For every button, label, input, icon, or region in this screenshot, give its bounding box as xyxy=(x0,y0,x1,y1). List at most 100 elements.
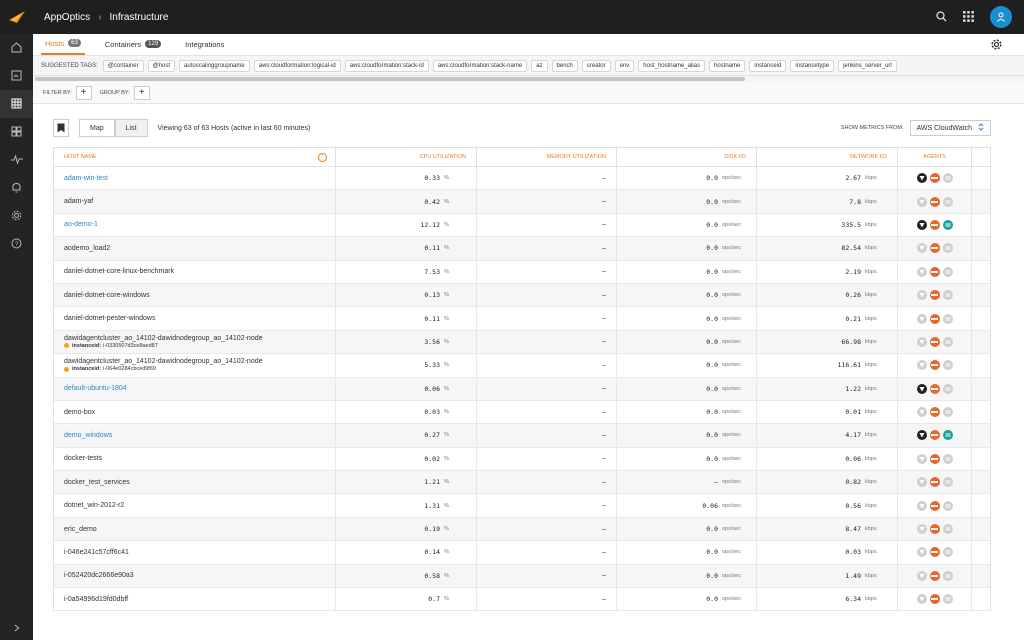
linux-agent-icon[interactable] xyxy=(916,477,927,488)
tag-chip[interactable]: aws:cloudformation:stack-id xyxy=(344,59,429,72)
table-row[interactable]: daniel-dotnet-core-linux-benchmark 7.53% –… xyxy=(53,260,991,284)
nav-alerts[interactable] xyxy=(0,174,33,202)
swisnap-agent-icon[interactable] xyxy=(942,266,953,277)
linux-agent-icon[interactable] xyxy=(916,243,927,254)
nav-dashboards[interactable] xyxy=(0,62,33,90)
col-disk[interactable]: DISK I/O xyxy=(617,148,757,166)
swisnap-agent-icon[interactable] xyxy=(942,336,953,347)
linux-agent-icon[interactable] xyxy=(916,430,927,441)
tag-chip[interactable]: bench xyxy=(551,59,578,72)
app-name[interactable]: AppOptics xyxy=(44,12,90,23)
table-row[interactable]: demo-box 0.03% – 0.0 ops/sec 0.01 kbps xyxy=(53,400,991,425)
linux-agent-icon[interactable] xyxy=(916,196,927,207)
tag-chip[interactable]: instancetype xyxy=(790,59,835,72)
linux-agent-icon[interactable] xyxy=(916,594,927,605)
linux-agent-icon[interactable] xyxy=(916,500,927,511)
swisnap-agent-icon[interactable] xyxy=(942,477,953,488)
swisnap-agent-icon[interactable] xyxy=(942,453,953,464)
table-row[interactable]: ao-demo-1 12.12% – 0.0 ops/sec 335.5 kbps xyxy=(53,213,991,238)
nav-home[interactable] xyxy=(0,34,33,62)
tag-chip[interactable]: host_hostname_alias xyxy=(638,59,705,72)
linux-agent-icon[interactable] xyxy=(916,173,927,184)
map-view-button[interactable]: Map xyxy=(79,119,115,137)
tab-containers[interactable]: Containers 129 xyxy=(101,33,165,55)
tag-chip[interactable]: aws:cloudformation:stack-name xyxy=(432,59,528,72)
aws-agent-icon[interactable] xyxy=(929,360,940,371)
avatar[interactable] xyxy=(990,6,1012,28)
linux-agent-icon[interactable] xyxy=(916,547,927,558)
metrics-source-select[interactable]: AWS CloudWatch xyxy=(909,120,991,136)
table-row[interactable]: i-0a54996d19fd0dbff 0.7% – 0.0 ops/sec 6.34 kb… xyxy=(53,588,991,612)
table-row[interactable]: dawidagentcluster_ao_14102-dawidnodegrou… xyxy=(53,354,991,378)
host-name-link[interactable]: adam-win-test xyxy=(64,175,108,182)
col-network[interactable]: NETWORK I/O xyxy=(757,148,898,166)
table-row[interactable]: i-046e241c57cff6c41 0.14% – 0.0 ops/sec 0.03 k… xyxy=(53,541,991,565)
nav-metrics[interactable] xyxy=(0,146,33,174)
swisnap-agent-icon[interactable] xyxy=(942,360,953,371)
swisnap-agent-icon[interactable] xyxy=(942,430,953,441)
search-icon[interactable] xyxy=(936,10,947,24)
apps-grid-icon[interactable] xyxy=(963,10,974,24)
nav-infrastructure[interactable] xyxy=(0,90,33,118)
swisnap-agent-icon[interactable] xyxy=(942,407,953,418)
tags-scrollbar[interactable] xyxy=(33,76,1024,82)
swisnap-agent-icon[interactable] xyxy=(942,173,953,184)
tag-chip[interactable]: @host xyxy=(147,59,176,72)
aws-agent-icon[interactable] xyxy=(929,477,940,488)
col-memory[interactable]: MEMORY UTILIZATION xyxy=(477,148,617,166)
linux-agent-icon[interactable] xyxy=(916,360,927,371)
aws-agent-icon[interactable] xyxy=(929,383,940,394)
aws-agent-icon[interactable] xyxy=(929,243,940,254)
nav-help[interactable]: ? xyxy=(0,230,33,258)
aws-agent-icon[interactable] xyxy=(929,524,940,535)
host-name-link[interactable]: ao-demo-1 xyxy=(64,221,98,228)
tag-chip[interactable]: instanceid xyxy=(749,59,787,72)
table-row[interactable]: dotnet_win-2012-r2 1.31% – 0.06 ops/sec 0.56 k… xyxy=(53,494,991,518)
swisnap-agent-icon[interactable] xyxy=(942,219,953,230)
swisnap-agent-icon[interactable] xyxy=(942,594,953,605)
tag-chip[interactable]: az xyxy=(531,59,548,72)
scrollbar-thumb[interactable] xyxy=(35,77,745,81)
table-row[interactable]: daniel-dotnet-core-windows 0.13% – 0.0 ops/s… xyxy=(53,283,991,308)
linux-agent-icon[interactable] xyxy=(916,336,927,347)
tag-chip[interactable]: autoscalinggroupname xyxy=(179,59,250,72)
swisnap-agent-icon[interactable] xyxy=(942,500,953,511)
table-row[interactable]: aodemo_load2 0.11% – 0.0 ops/sec 82.54 kbps xyxy=(53,237,991,261)
linux-agent-icon[interactable] xyxy=(916,266,927,277)
linux-agent-icon[interactable] xyxy=(916,313,927,324)
aws-agent-icon[interactable] xyxy=(929,453,940,464)
aws-agent-icon[interactable] xyxy=(929,547,940,558)
swisnap-agent-icon[interactable] xyxy=(942,243,953,254)
tab-hosts[interactable]: Hosts 63 xyxy=(41,33,85,55)
tag-chip[interactable]: jenkins_server_url xyxy=(838,59,897,72)
aws-agent-icon[interactable] xyxy=(929,196,940,207)
aws-agent-icon[interactable] xyxy=(929,266,940,277)
table-row[interactable]: docker_test_services 1.21% – – ops/sec 0.82 kb… xyxy=(53,471,991,495)
col-cpu[interactable]: CPU UTILIZATION xyxy=(336,148,477,166)
aws-agent-icon[interactable] xyxy=(929,290,940,301)
swisnap-agent-icon[interactable] xyxy=(942,570,953,581)
aws-agent-icon[interactable] xyxy=(929,430,940,441)
bookmark-icon[interactable] xyxy=(53,119,69,137)
table-row[interactable]: dawidagentcluster_ao_14102-dawidnodegrou… xyxy=(53,330,991,355)
linux-agent-icon[interactable] xyxy=(916,453,927,464)
host-name-link[interactable]: default-ubuntu-1804 xyxy=(64,385,127,392)
linux-agent-icon[interactable] xyxy=(916,290,927,301)
table-row[interactable]: default-ubuntu-1804 0.06% – 0.0 ops/sec 1.22 k… xyxy=(53,377,991,401)
swisnap-agent-icon[interactable] xyxy=(942,383,953,394)
aws-agent-icon[interactable] xyxy=(929,173,940,184)
nav-services[interactable] xyxy=(0,118,33,146)
solarwinds-logo-icon[interactable] xyxy=(0,0,34,34)
tag-chip[interactable]: creator xyxy=(581,59,611,72)
host-name-link[interactable]: demo_windows xyxy=(64,432,112,439)
add-filter-button[interactable]: + xyxy=(75,85,92,100)
table-row[interactable]: i-052420dc2666e90a3 0.58% – 0.0 ops/sec 1.49 k… xyxy=(53,564,991,589)
swisnap-agent-icon[interactable] xyxy=(942,524,953,535)
tab-integrations[interactable]: Integrations xyxy=(181,33,228,55)
swisnap-agent-icon[interactable] xyxy=(942,313,953,324)
col-host-name[interactable]: HOST NAME ↑ xyxy=(54,148,336,166)
table-row[interactable]: demo_windows 0.27% – 0.0 ops/sec 4.17 kbps xyxy=(53,424,991,448)
nav-settings[interactable] xyxy=(0,202,33,230)
tag-chip[interactable]: env xyxy=(614,59,635,72)
table-row[interactable]: adam-win-test 0.33% – 0.0 ops/sec 2.67 kbps xyxy=(53,167,991,191)
